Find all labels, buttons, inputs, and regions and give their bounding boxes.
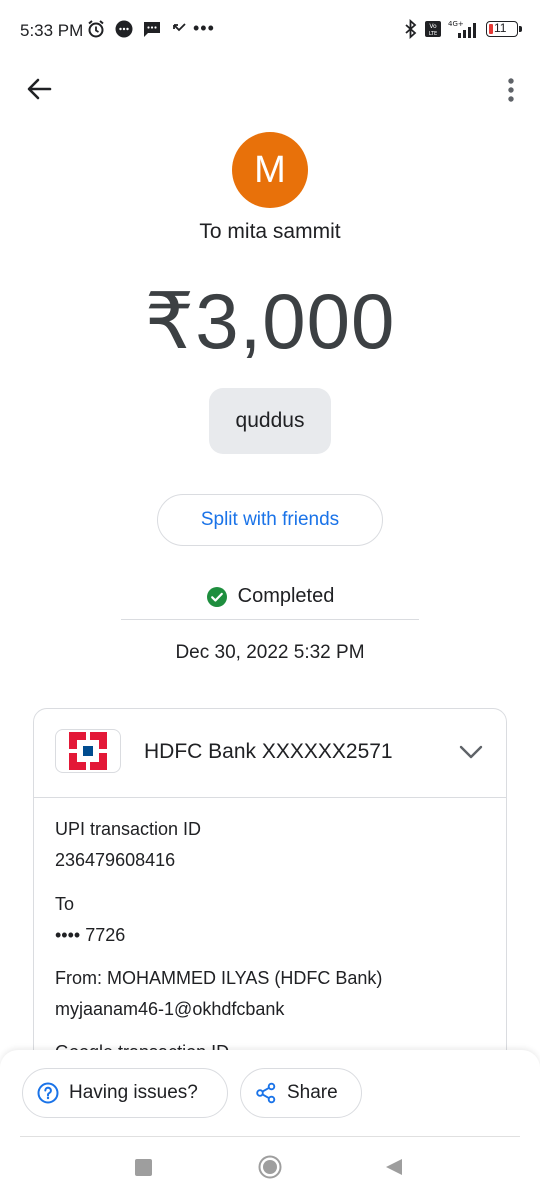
more-notifications: •••	[193, 18, 215, 38]
help-icon	[37, 1082, 59, 1104]
back-arrow-icon[interactable]	[22, 72, 56, 106]
detail-label: To	[55, 894, 75, 914]
from-account: From: MOHAMMED ILYAS (HDFC Bank) myjaana…	[55, 968, 382, 1020]
bluetooth-icon	[405, 19, 417, 39]
payment-note: quddus	[209, 388, 331, 454]
bank-details-card: HDFC Bank XXXXXX2571 UPI transaction ID …	[33, 708, 507, 1108]
having-issues-label: Having issues?	[69, 1082, 198, 1103]
sheet-divider	[20, 1136, 520, 1137]
recipient-line: To mita sammit	[199, 220, 341, 243]
message-icon	[144, 22, 160, 37]
check-circle-icon	[206, 586, 227, 607]
share-icon	[256, 1082, 276, 1104]
hdfc-logo-icon	[55, 729, 121, 773]
battery-icon: 11	[486, 21, 522, 37]
svg-text:4G+: 4G+	[448, 20, 464, 28]
status-time: 5:33 PM	[20, 21, 84, 40]
payment-datetime: Dec 30, 2022 5:32 PM	[175, 642, 365, 663]
nav-back-button[interactable]	[385, 1158, 403, 1176]
signal-icon: 4G+	[448, 20, 476, 38]
payee-avatar: M	[232, 132, 308, 208]
status-label: Completed	[237, 585, 335, 607]
share-label: Share	[287, 1082, 338, 1103]
split-with-friends-button[interactable]: Split with friends	[157, 494, 383, 546]
share-button[interactable]: Share	[240, 1068, 362, 1118]
svg-text:Vo: Vo	[429, 23, 437, 30]
missed-call-icon	[173, 23, 186, 32]
system-icons: Vo LTE 4G+ 11	[404, 19, 522, 39]
payment-status: Completed	[0, 585, 540, 608]
detail-value: 236479608416	[55, 850, 176, 870]
home-button[interactable]	[258, 1155, 282, 1179]
to-account: To •••• 7726	[55, 894, 125, 946]
having-issues-button[interactable]: Having issues?	[22, 1068, 228, 1118]
svg-text:LTE: LTE	[429, 31, 437, 37]
chevron-down-icon[interactable]	[458, 739, 484, 765]
payment-amount: ₹3,000	[144, 277, 396, 365]
bank-account-name: HDFC Bank XXXXXX2571	[144, 740, 393, 763]
notification-icons	[86, 19, 190, 39]
detail-label: UPI transaction ID	[55, 819, 202, 839]
volte-icon: VoLTE	[425, 21, 441, 37]
divider	[121, 619, 419, 620]
status-bar: 5:33 PM ••• Vo LTE 4G+ 11	[0, 0, 540, 64]
detail-value: •••• 7726	[55, 925, 126, 945]
upi-transaction-id: UPI transaction ID 236479608416	[55, 819, 201, 871]
alarm-icon	[88, 20, 104, 38]
bank-account-row[interactable]: HDFC Bank XXXXXX2571	[34, 709, 506, 798]
chat-bubble-icon	[115, 20, 133, 38]
recent-apps-button[interactable]	[135, 1159, 152, 1176]
detail-label: From: MOHAMMED ILYAS (HDFC Bank)	[55, 968, 383, 988]
battery-level: 11	[494, 21, 507, 35]
detail-value: myjaanam46-1@okhdfcbank	[55, 999, 285, 1019]
more-options-icon[interactable]	[504, 76, 518, 104]
